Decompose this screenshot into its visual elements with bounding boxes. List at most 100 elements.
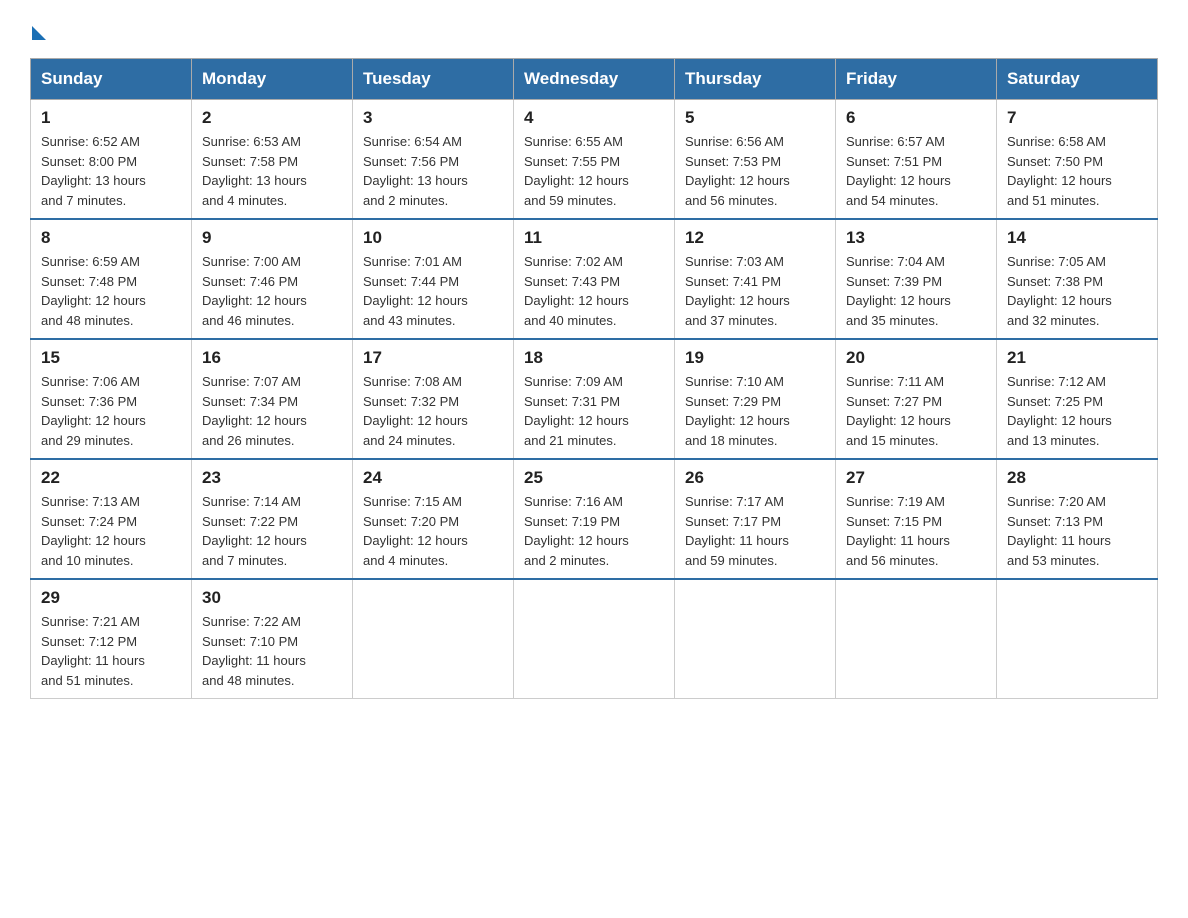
calendar-cell: 13 Sunrise: 7:04 AMSunset: 7:39 PMDayligh…	[836, 219, 997, 339]
calendar-cell: 23 Sunrise: 7:14 AMSunset: 7:22 PMDayligh…	[192, 459, 353, 579]
day-info: Sunrise: 7:14 AMSunset: 7:22 PMDaylight:…	[202, 494, 307, 568]
day-number: 5	[685, 108, 825, 128]
day-info: Sunrise: 7:08 AMSunset: 7:32 PMDaylight:…	[363, 374, 468, 448]
day-number: 13	[846, 228, 986, 248]
calendar-table: SundayMondayTuesdayWednesdayThursdayFrid…	[30, 58, 1158, 699]
calendar-cell: 19 Sunrise: 7:10 AMSunset: 7:29 PMDayligh…	[675, 339, 836, 459]
day-info: Sunrise: 7:00 AMSunset: 7:46 PMDaylight:…	[202, 254, 307, 328]
calendar-cell: 24 Sunrise: 7:15 AMSunset: 7:20 PMDayligh…	[353, 459, 514, 579]
calendar-cell: 3Sunrise: 6:54 AMSunset: 7:56 PMDaylight…	[353, 100, 514, 220]
calendar-cell: 2 Sunrise: 6:53 AMSunset: 7:58 PMDaylight…	[192, 100, 353, 220]
day-info: Sunrise: 7:15 AMSunset: 7:20 PMDaylight:…	[363, 494, 468, 568]
calendar-day-header: Tuesday	[353, 59, 514, 100]
calendar-day-header: Saturday	[997, 59, 1158, 100]
day-info: Sunrise: 7:01 AMSunset: 7:44 PMDaylight:…	[363, 254, 468, 328]
day-number: 26	[685, 468, 825, 488]
day-number: 28	[1007, 468, 1147, 488]
calendar-week-row: 22Sunrise: 7:13 AMSunset: 7:24 PMDayligh…	[31, 459, 1158, 579]
day-info: Sunrise: 6:53 AMSunset: 7:58 PMDaylight:…	[202, 134, 307, 208]
calendar-cell: 16 Sunrise: 7:07 AMSunset: 7:34 PMDayligh…	[192, 339, 353, 459]
day-number: 25	[524, 468, 664, 488]
calendar-day-header: Thursday	[675, 59, 836, 100]
calendar-day-header: Wednesday	[514, 59, 675, 100]
day-number: 1	[41, 108, 181, 128]
day-number: 8	[41, 228, 181, 248]
calendar-cell: 21 Sunrise: 7:12 AMSunset: 7:25 PMDayligh…	[997, 339, 1158, 459]
day-info: Sunrise: 6:55 AMSunset: 7:55 PMDaylight:…	[524, 134, 629, 208]
day-info: Sunrise: 6:52 AMSunset: 8:00 PMDaylight:…	[41, 134, 146, 208]
day-number: 30	[202, 588, 342, 608]
day-number: 16	[202, 348, 342, 368]
logo-blue-container	[30, 20, 46, 40]
calendar-day-header: Friday	[836, 59, 997, 100]
day-info: Sunrise: 7:12 AMSunset: 7:25 PMDaylight:…	[1007, 374, 1112, 448]
calendar-cell: 5 Sunrise: 6:56 AMSunset: 7:53 PMDaylight…	[675, 100, 836, 220]
calendar-cell	[353, 579, 514, 699]
day-info: Sunrise: 7:06 AMSunset: 7:36 PMDaylight:…	[41, 374, 146, 448]
day-number: 18	[524, 348, 664, 368]
calendar-cell	[997, 579, 1158, 699]
day-number: 11	[524, 228, 664, 248]
calendar-cell: 29Sunrise: 7:21 AMSunset: 7:12 PMDayligh…	[31, 579, 192, 699]
day-info: Sunrise: 7:16 AMSunset: 7:19 PMDaylight:…	[524, 494, 629, 568]
calendar-cell: 4 Sunrise: 6:55 AMSunset: 7:55 PMDaylight…	[514, 100, 675, 220]
calendar-cell: 22Sunrise: 7:13 AMSunset: 7:24 PMDayligh…	[31, 459, 192, 579]
calendar-cell: 9 Sunrise: 7:00 AMSunset: 7:46 PMDaylight…	[192, 219, 353, 339]
day-info: Sunrise: 7:07 AMSunset: 7:34 PMDaylight:…	[202, 374, 307, 448]
day-info: Sunrise: 6:57 AMSunset: 7:51 PMDaylight:…	[846, 134, 951, 208]
calendar-cell: 14 Sunrise: 7:05 AMSunset: 7:38 PMDayligh…	[997, 219, 1158, 339]
logo-arrow-icon	[32, 26, 46, 40]
day-info: Sunrise: 7:19 AMSunset: 7:15 PMDaylight:…	[846, 494, 950, 568]
day-info: Sunrise: 7:22 AMSunset: 7:10 PMDaylight:…	[202, 614, 306, 688]
day-number: 2	[202, 108, 342, 128]
day-number: 6	[846, 108, 986, 128]
calendar-day-header: Monday	[192, 59, 353, 100]
day-number: 24	[363, 468, 503, 488]
day-info: Sunrise: 7:05 AMSunset: 7:38 PMDaylight:…	[1007, 254, 1112, 328]
calendar-week-row: 1 Sunrise: 6:52 AMSunset: 8:00 PMDaylight…	[31, 100, 1158, 220]
calendar-cell: 11 Sunrise: 7:02 AMSunset: 7:43 PMDayligh…	[514, 219, 675, 339]
calendar-cell: 17 Sunrise: 7:08 AMSunset: 7:32 PMDayligh…	[353, 339, 514, 459]
day-number: 20	[846, 348, 986, 368]
day-info: Sunrise: 6:58 AMSunset: 7:50 PMDaylight:…	[1007, 134, 1112, 208]
calendar-cell: 7 Sunrise: 6:58 AMSunset: 7:50 PMDaylight…	[997, 100, 1158, 220]
day-number: 19	[685, 348, 825, 368]
day-number: 10	[363, 228, 503, 248]
day-info: Sunrise: 7:10 AMSunset: 7:29 PMDaylight:…	[685, 374, 790, 448]
calendar-cell: 15Sunrise: 7:06 AMSunset: 7:36 PMDayligh…	[31, 339, 192, 459]
day-info: Sunrise: 6:56 AMSunset: 7:53 PMDaylight:…	[685, 134, 790, 208]
day-number: 4	[524, 108, 664, 128]
day-number: 7	[1007, 108, 1147, 128]
day-info: Sunrise: 7:09 AMSunset: 7:31 PMDaylight:…	[524, 374, 629, 448]
day-info: Sunrise: 7:04 AMSunset: 7:39 PMDaylight:…	[846, 254, 951, 328]
calendar-cell: 8Sunrise: 6:59 AMSunset: 7:48 PMDaylight…	[31, 219, 192, 339]
day-number: 27	[846, 468, 986, 488]
day-number: 9	[202, 228, 342, 248]
day-info: Sunrise: 7:20 AMSunset: 7:13 PMDaylight:…	[1007, 494, 1111, 568]
calendar-cell	[514, 579, 675, 699]
calendar-cell: 27 Sunrise: 7:19 AMSunset: 7:15 PMDayligh…	[836, 459, 997, 579]
calendar-cell: 6 Sunrise: 6:57 AMSunset: 7:51 PMDaylight…	[836, 100, 997, 220]
calendar-header-row: SundayMondayTuesdayWednesdayThursdayFrid…	[31, 59, 1158, 100]
day-number: 29	[41, 588, 181, 608]
calendar-cell: 26Sunrise: 7:17 AMSunset: 7:17 PMDayligh…	[675, 459, 836, 579]
calendar-cell: 10 Sunrise: 7:01 AMSunset: 7:44 PMDayligh…	[353, 219, 514, 339]
day-number: 12	[685, 228, 825, 248]
calendar-cell	[675, 579, 836, 699]
calendar-cell: 1 Sunrise: 6:52 AMSunset: 8:00 PMDaylight…	[31, 100, 192, 220]
day-number: 17	[363, 348, 503, 368]
day-info: Sunrise: 7:11 AMSunset: 7:27 PMDaylight:…	[846, 374, 951, 448]
calendar-cell: 12Sunrise: 7:03 AMSunset: 7:41 PMDayligh…	[675, 219, 836, 339]
day-info: Sunrise: 7:02 AMSunset: 7:43 PMDaylight:…	[524, 254, 629, 328]
page-header	[30, 20, 1158, 40]
day-number: 14	[1007, 228, 1147, 248]
calendar-cell: 20 Sunrise: 7:11 AMSunset: 7:27 PMDayligh…	[836, 339, 997, 459]
day-number: 22	[41, 468, 181, 488]
day-number: 21	[1007, 348, 1147, 368]
calendar-week-row: 15Sunrise: 7:06 AMSunset: 7:36 PMDayligh…	[31, 339, 1158, 459]
day-number: 3	[363, 108, 503, 128]
day-number: 23	[202, 468, 342, 488]
calendar-cell: 28 Sunrise: 7:20 AMSunset: 7:13 PMDayligh…	[997, 459, 1158, 579]
calendar-day-header: Sunday	[31, 59, 192, 100]
logo	[30, 20, 46, 40]
